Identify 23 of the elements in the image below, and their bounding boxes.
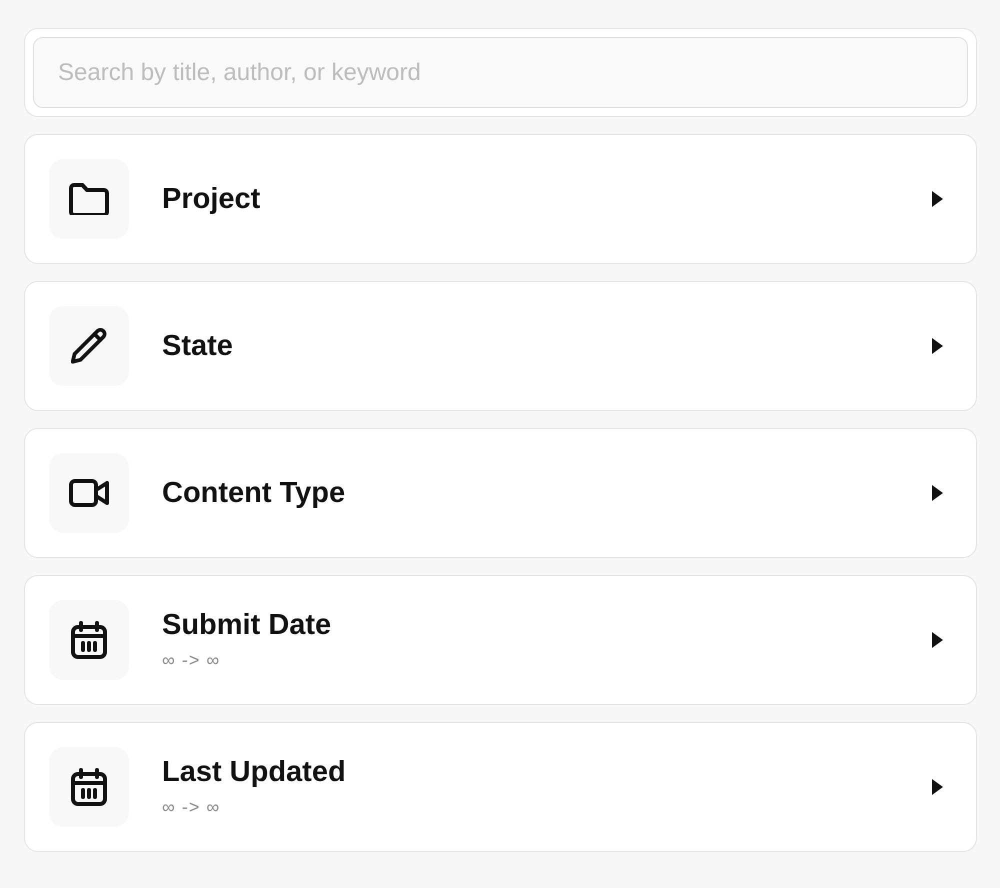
filter-label: Project	[162, 182, 260, 216]
filter-row[interactable]: Last Updated ∞ -> ∞	[24, 722, 977, 852]
filter-label: Submit Date	[162, 609, 332, 642]
filter-row[interactable]: Content Type	[24, 428, 977, 558]
filter-label: Last Updated	[162, 756, 346, 789]
caret-icon	[932, 779, 943, 795]
date-range: ∞ -> ∞	[162, 650, 220, 671]
filter-row[interactable]: State	[24, 281, 977, 411]
calendar-icon	[49, 747, 129, 827]
caret-icon	[932, 191, 943, 207]
caret-icon	[932, 632, 943, 648]
date-range: ∞ -> ∞	[162, 797, 220, 818]
filter-label: State	[162, 330, 233, 362]
calendar-icon	[49, 600, 129, 680]
filter-label: Content Type	[162, 476, 346, 510]
folder-icon	[49, 159, 129, 239]
video-camera-icon	[49, 453, 129, 533]
caret-icon	[932, 338, 943, 354]
filter-row[interactable]: Project	[24, 134, 977, 264]
pencil-icon	[49, 306, 129, 386]
caret-icon	[932, 485, 943, 501]
filter-row[interactable]: Submit Date ∞ -> ∞	[24, 575, 977, 705]
search-field[interactable]: Search by title, author, or keyword	[33, 37, 968, 108]
